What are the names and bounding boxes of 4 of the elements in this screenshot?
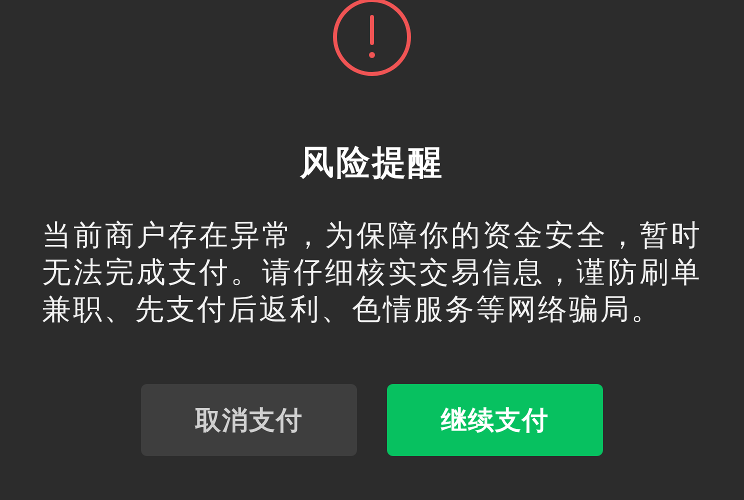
warning-icon bbox=[332, 0, 412, 77]
cancel-button[interactable]: 取消支付 bbox=[141, 384, 357, 456]
warning-message: 当前商户存在异常，为保障你的资金安全，暂时无法完成支付。请仔细核实交易信息，谨防刷单兼职、先支付后返利、色情服务等网络骗局。 bbox=[42, 217, 702, 328]
dialog-title: 风险提醒 bbox=[300, 143, 444, 183]
